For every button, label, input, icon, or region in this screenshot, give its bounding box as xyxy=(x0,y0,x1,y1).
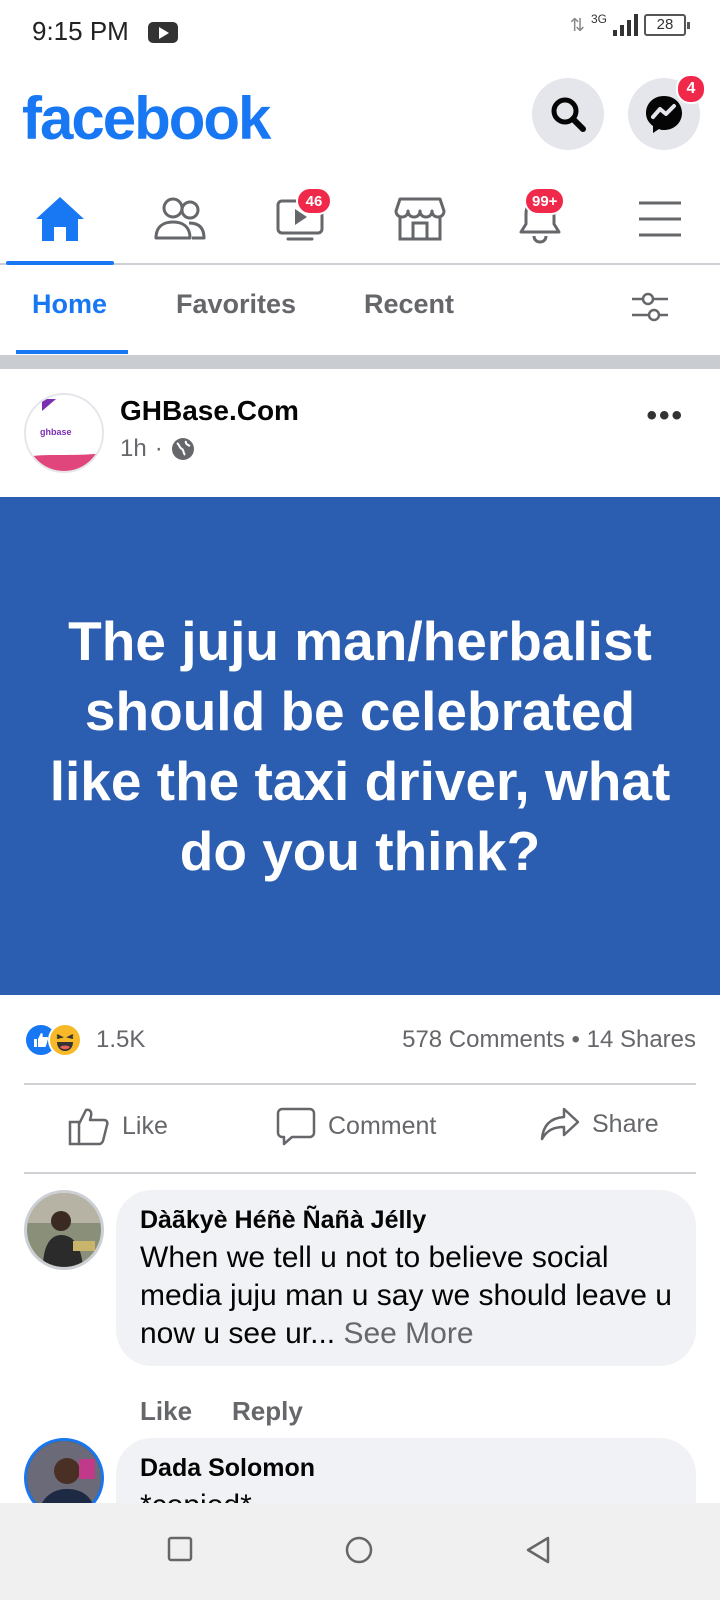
messenger-badge: 4 xyxy=(676,74,706,104)
facebook-logo[interactable]: facebook xyxy=(22,84,271,153)
see-more-link[interactable]: See More xyxy=(343,1317,473,1350)
commenter-avatar[interactable] xyxy=(24,1190,104,1270)
notifications-badge: 99+ xyxy=(524,187,566,215)
marketplace-icon xyxy=(394,197,446,241)
nav-home[interactable] xyxy=(0,175,120,265)
filter-icon[interactable] xyxy=(630,289,670,325)
meta-separator: · xyxy=(154,435,163,462)
commenter-avatar[interactable] xyxy=(24,1438,104,1503)
post-author[interactable]: GHBase.Com xyxy=(120,395,299,427)
signal-icon xyxy=(613,14,638,36)
nav-watch[interactable]: 46 xyxy=(240,175,360,263)
tab-home[interactable]: Home xyxy=(32,289,107,320)
post-header: ghbase GHBase.Com 1h · ••• xyxy=(0,369,720,497)
comment-like-button[interactable]: Like xyxy=(140,1396,192,1427)
search-icon xyxy=(551,97,586,132)
shares-count[interactable]: 14 Shares xyxy=(587,1026,696,1053)
nav-notifications[interactable]: 99+ xyxy=(480,175,600,263)
comment-button[interactable]: Comment xyxy=(276,1106,436,1146)
comment-icon xyxy=(276,1107,316,1146)
post-meta: 1h · xyxy=(120,435,195,463)
watch-badge: 46 xyxy=(296,187,332,215)
android-navigation-bar xyxy=(0,1503,720,1600)
back-icon[interactable] xyxy=(524,1535,552,1565)
main-nav: 46 99+ xyxy=(0,175,720,265)
comment-actions: Like Reply xyxy=(140,1396,303,1427)
commenter-photo xyxy=(27,1193,101,1267)
post-stats: 578 Comments • 14 Shares xyxy=(402,1026,696,1054)
post-text-background[interactable]: The juju man/herbalist should be celebra… xyxy=(0,497,720,995)
battery-icon: 28 xyxy=(644,14,690,36)
like-button[interactable]: Like xyxy=(68,1106,168,1146)
comment-reply-button[interactable]: Reply xyxy=(232,1396,303,1427)
nav-menu[interactable] xyxy=(600,175,720,263)
post-time[interactable]: 1h xyxy=(120,435,147,463)
menu-icon xyxy=(639,201,681,237)
nav-friends[interactable] xyxy=(120,175,240,263)
page-avatar[interactable]: ghbase xyxy=(24,393,104,473)
ghbase-logo-text: ghbase xyxy=(40,427,72,437)
search-button[interactable] xyxy=(532,78,604,150)
battery-level: 28 xyxy=(656,16,674,33)
tab-favorites[interactable]: Favorites xyxy=(176,289,296,320)
ghbase-logo-icon: ghbase xyxy=(26,399,102,471)
commenter-name[interactable]: Dada Solomon xyxy=(140,1454,672,1483)
section-divider xyxy=(0,355,720,369)
share-button[interactable]: Share xyxy=(540,1106,659,1142)
stats-separator: • xyxy=(571,1026,580,1053)
app-header: facebook 4 xyxy=(0,70,720,160)
comment-item: Dada Solomon *copied* xyxy=(0,1438,720,1503)
commenter-name[interactable]: Dàãkyè Héñè Ñañà Jélly xyxy=(140,1206,672,1235)
share-icon xyxy=(540,1107,580,1141)
thumbs-up-icon xyxy=(68,1108,109,1146)
reaction-count: 1.5K xyxy=(96,1026,146,1053)
like-label: Like xyxy=(122,1111,168,1140)
commenter-photo xyxy=(27,1441,101,1503)
reactions-summary[interactable]: 1.5K 578 Comments • 14 Shares xyxy=(24,1018,696,1062)
tab-recent[interactable]: Recent xyxy=(364,289,454,320)
comment-bubble[interactable]: Dada Solomon *copied* xyxy=(116,1438,696,1503)
comments-count[interactable]: 578 Comments xyxy=(402,1026,565,1053)
comment-text: When we tell u not to believe social med… xyxy=(140,1239,672,1353)
comment-bubble[interactable]: Dàãkyè Héñè Ñañà Jélly When we tell u no… xyxy=(116,1190,696,1366)
home-button-icon[interactable] xyxy=(344,1535,374,1565)
post-actions: Like Comment Share xyxy=(0,1084,720,1174)
comment-label: Comment xyxy=(328,1111,437,1140)
comment-text: *copied* xyxy=(140,1487,672,1503)
globe-icon xyxy=(171,438,194,460)
share-label: Share xyxy=(592,1109,659,1138)
friends-icon xyxy=(154,197,206,240)
active-tab-indicator xyxy=(16,350,128,354)
youtube-notification-icon xyxy=(148,22,178,43)
feed-tabs: Home Favorites Recent xyxy=(0,267,720,355)
status-bar: 9:15 PM ⇅ 3G 28 xyxy=(0,0,720,64)
status-time: 9:15 PM xyxy=(32,16,129,46)
post-text: The juju man/herbalist should be celebra… xyxy=(49,610,671,882)
actions-divider xyxy=(24,1172,696,1174)
status-indicators: ⇅ 3G 28 xyxy=(569,12,690,40)
reaction-icons xyxy=(24,1023,88,1057)
home-icon xyxy=(36,197,84,241)
recent-apps-icon[interactable] xyxy=(166,1535,194,1563)
messenger-button[interactable]: 4 xyxy=(628,74,706,150)
nav-marketplace[interactable] xyxy=(360,175,480,263)
network-type: 3G xyxy=(590,12,607,26)
data-arrows-icon: ⇅ xyxy=(569,15,585,35)
post-options-icon[interactable]: ••• xyxy=(646,399,684,433)
haha-reaction-icon xyxy=(48,1023,82,1057)
